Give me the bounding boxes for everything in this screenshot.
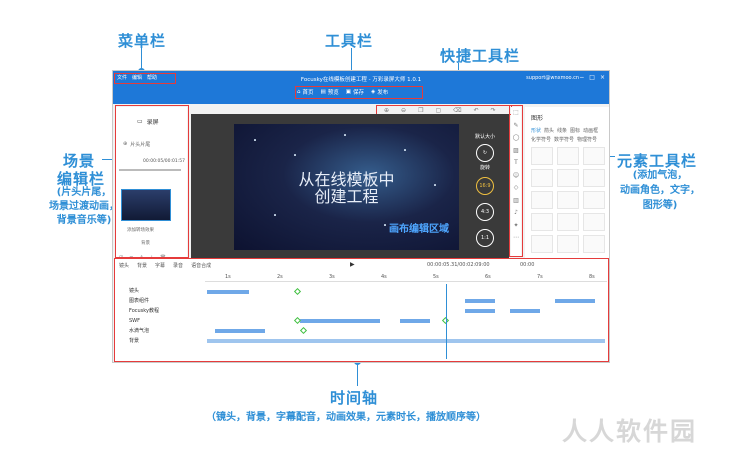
menu-bar-line — [141, 48, 142, 70]
tab-icon[interactable]: 图标 — [570, 127, 580, 134]
element-toolbar-highlight — [509, 105, 523, 257]
element-toolbar-desc-1: (添加气泡， — [632, 170, 688, 181]
canvas-main-text[interactable]: 从在线模板中 创建工程 — [234, 171, 459, 205]
rotate-icon[interactable]: ↻ — [476, 144, 494, 162]
timeline-highlight — [114, 258, 609, 362]
tab-line[interactable]: 线条 — [557, 127, 567, 134]
star-dot — [274, 214, 276, 216]
tab-arrow[interactable]: 箭头 — [544, 127, 554, 134]
tab-physics[interactable]: 物理符号 — [577, 136, 597, 143]
timeline-desc: （镜头，背景，字幕配音，动画效果，元素时长，播放顺序等） — [206, 412, 486, 423]
star-dot — [404, 149, 406, 151]
rotate-label: 旋转 — [479, 165, 490, 171]
star-dot — [254, 139, 256, 141]
quick-toolbar-callout: 快捷工具栏 — [440, 47, 521, 65]
account-email[interactable]: support@wnxmoo.cn — [526, 75, 579, 81]
star-dot — [294, 154, 296, 156]
shape-item[interactable] — [583, 191, 605, 209]
scene-editor-highlight — [115, 105, 189, 258]
shape-item[interactable] — [583, 169, 605, 187]
shape-item[interactable] — [557, 169, 579, 187]
ratio-1-1-button[interactable]: 1:1 — [476, 229, 494, 247]
shape-item[interactable] — [531, 191, 553, 209]
menu-bar-highlight — [114, 73, 176, 84]
maximize-icon[interactable]: □ — [589, 74, 595, 81]
shape-item[interactable] — [531, 147, 553, 165]
minimize-icon[interactable]: − — [579, 74, 584, 81]
window-buttons: − □ × — [579, 74, 605, 81]
star-dot — [384, 224, 386, 226]
toolbar-highlight — [295, 86, 423, 99]
ratio-4-3-button[interactable]: 4:3 — [476, 203, 494, 221]
canvas-ratio-controls: 默认大小 ↻ 旋转 16:9 4:3 1:1 — [467, 129, 503, 259]
timeline-callout: 时间轴 — [330, 389, 379, 407]
tab-animation-frame[interactable]: 动画框 — [583, 127, 598, 134]
watermark: 人人软件园 — [562, 417, 698, 446]
canvas-area-label: 画布编辑区域 — [389, 224, 449, 235]
shape-item[interactable] — [531, 235, 553, 253]
close-icon[interactable]: × — [600, 74, 605, 81]
shape-item[interactable] — [531, 213, 553, 231]
tab-chemistry[interactable]: 化学符号 — [531, 136, 551, 143]
element-panel-tabs: 形状 箭头 线条 图标 动画框 — [531, 127, 598, 134]
default-size-label: 默认大小 — [474, 134, 495, 140]
shape-item[interactable] — [531, 169, 553, 187]
canvas[interactable]: 从在线模板中 创建工程 画布编辑区域 — [234, 124, 459, 250]
element-toolbar-desc-3: 图形等) — [642, 200, 678, 211]
canvas-line-2: 创建工程 — [314, 187, 379, 206]
shape-item[interactable] — [557, 235, 579, 253]
shape-item[interactable] — [583, 147, 605, 165]
canvas-line-1: 从在线模板中 — [298, 170, 395, 189]
element-toolbar-desc-2: 动画角色，文字， — [620, 185, 700, 196]
toolbar-callout: 工具栏 — [325, 32, 374, 50]
element-toolbar-desc: (添加气泡， 动画角色，文字， 图形等) — [610, 168, 710, 213]
tab-math[interactable]: 数学符号 — [554, 136, 574, 143]
star-dot — [344, 134, 346, 136]
tab-shape[interactable]: 形状 — [531, 127, 541, 134]
app-window: 文件 编辑 帮助 Focusky在线模板创建工程 - 万彩录屏大师 1.0.1 … — [112, 70, 610, 363]
shape-item[interactable] — [557, 191, 579, 209]
timeline-line — [357, 362, 358, 386]
shape-item[interactable] — [557, 213, 579, 231]
shape-item[interactable] — [583, 213, 605, 231]
ratio-16-9-button[interactable]: 16:9 — [476, 177, 494, 195]
element-panel-title: 图形 — [531, 115, 544, 122]
element-panel-tabs-2: 化学符号 数学符号 物理符号 — [531, 136, 597, 143]
shape-item[interactable] — [583, 235, 605, 253]
shape-item[interactable] — [557, 147, 579, 165]
menu-bar-callout: 菜单栏 — [118, 32, 167, 50]
